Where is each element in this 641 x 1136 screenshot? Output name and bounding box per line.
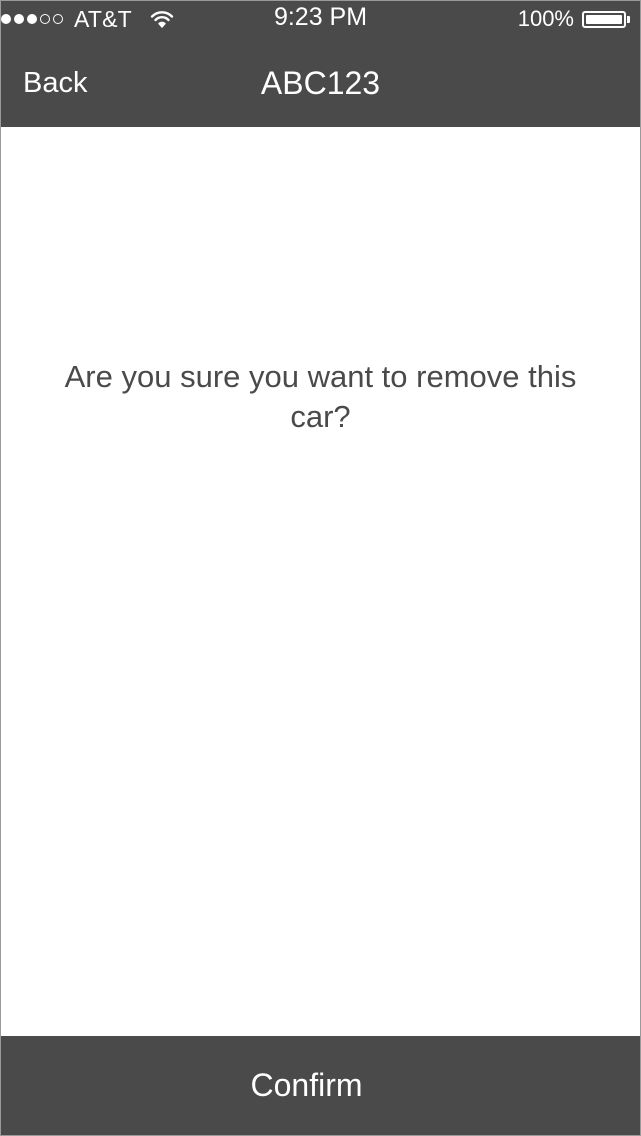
- navigation-bar: Back ABC123: [1, 37, 640, 127]
- battery-tip: [627, 15, 630, 23]
- remove-car-confirmation-message: Are you sure you want to remove this car…: [64, 359, 577, 434]
- page-title: ABC123: [260, 65, 381, 101]
- status-right: 100%: [518, 6, 630, 32]
- status-bar: AT&T 9:23 PM 100%: [1, 1, 640, 37]
- battery-fill: [586, 14, 622, 24]
- battery-icon: [582, 10, 626, 28]
- confirm-button[interactable]: Confirm: [1, 1036, 640, 1135]
- top-bar: AT&T 9:23 PM 100% Back ABC123: [1, 1, 640, 127]
- phone-screen: AT&T 9:23 PM 100% Back ABC123 Are you su…: [0, 0, 641, 1136]
- confirm-button-label: Confirm: [250, 1067, 363, 1103]
- battery-percent: 100%: [517, 6, 574, 31]
